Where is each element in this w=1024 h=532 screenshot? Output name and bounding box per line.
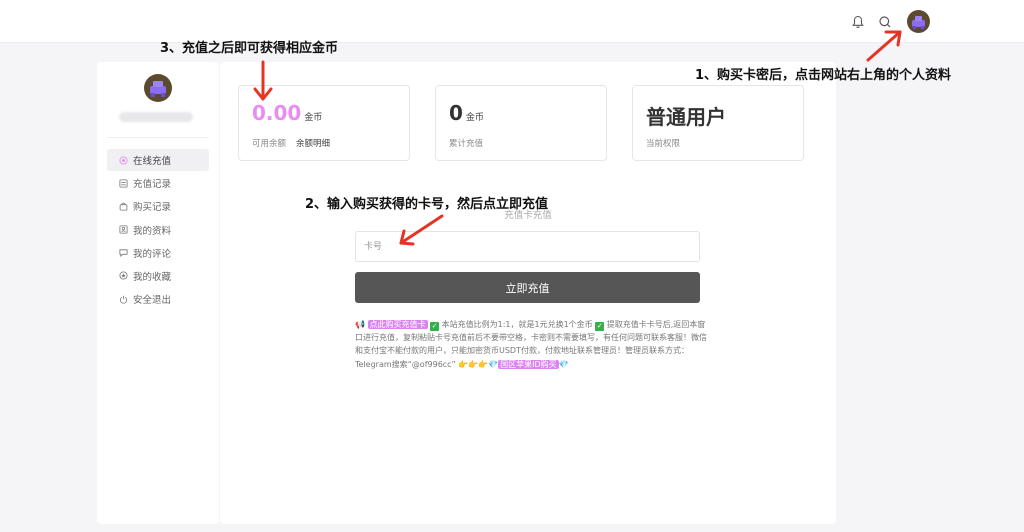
sidebar-item-label: 我的收藏 [133,271,172,283]
sidebar-item-profile[interactable]: 我的资料 [107,219,209,241]
recharge-now-button[interactable]: 立即充值 [355,272,700,303]
user-avatar[interactable] [907,10,930,33]
star-icon [119,271,128,280]
coin-icon [119,155,128,165]
total-value: 0 [449,101,463,125]
sidebar-item-label: 我的资料 [133,225,172,237]
sidebar-item-label: 安全退出 [133,295,172,307]
card-number-input[interactable] [355,231,700,262]
list-icon [119,179,128,188]
sidebar-item-label: 购买记录 [133,202,172,214]
divider [107,137,209,138]
recharge-notice: 📢 点此购买充值卡 ✓ 本站充值比例为1:1，就是1元兑换1个金币 ✓ 提取充值… [355,318,707,371]
balance-value: 0.00 [252,101,302,125]
bell-icon[interactable] [851,15,865,29]
sidebar-item-label: 在线充值 [133,156,172,167]
total-recharge-card: 0 金币 累计充值 [435,85,607,161]
bag-icon [119,202,128,211]
buy-card-link[interactable]: 点此购买充值卡 [367,320,428,329]
annotation-step-1: 1、购买卡密后，点击网站右上角的个人资料 [695,68,952,83]
gem-icon: 💎 [488,359,499,369]
annotation-step-3: 3、充值之后即可获得相应金币 [160,41,339,56]
sidebar-item-label: 我的评论 [133,248,172,260]
role-card: 普通用户 当前权限 [632,85,804,161]
sidebar-item-label: 充值记录 [133,179,172,191]
search-icon[interactable] [878,15,892,29]
apple-id-link[interactable]: 国区苹果ID购买 [498,359,559,369]
check-icon: ✓ [595,322,605,331]
avatar-image [912,16,925,29]
sidebar-avatar[interactable] [144,74,172,102]
sidebar-item-purchase-records[interactable]: 购买记录 [107,195,209,217]
comment-icon [119,249,128,258]
balance-card: 0.00 金币 可用余额 余额明细 [238,85,410,161]
balance-label: 可用余额 [252,139,287,149]
avatar-image [150,81,166,97]
sidebar-item-favorites[interactable]: 我的收藏 [107,265,209,287]
sidebar-item-logout[interactable]: 安全退出 [107,288,209,310]
role-value: 普通用户 [646,105,726,129]
pointing-hand-icons: 👉👉👉 [458,359,489,369]
role-label: 当前权限 [646,139,681,149]
balance-value-wrap: 0.00 金币 [252,101,322,125]
check-icon: ✓ [430,322,440,331]
annotation-step-2: 2、输入购买获得的卡号，然后点立即充值 [305,197,549,212]
sidebar-item-recharge[interactable]: 在线充值 [107,149,209,171]
notice-text-1: 本站充值比例为1:1，就是1元兑换1个金币 [441,320,593,329]
total-value-wrap: 0 金币 [449,101,484,125]
power-icon [119,295,128,304]
balance-detail-link[interactable]: 余额明细 [296,137,330,149]
total-label: 累计充值 [449,139,484,149]
username-blurred [119,112,193,122]
profile-icon [119,225,128,234]
sidebar-item-recharge-records[interactable]: 充值记录 [107,172,209,194]
sidebar-menu: 在线充值 充值记录 购买记录 我的资料 我的评论 我的收藏 安全退出 [107,149,209,311]
main-panel: 0.00 金币 可用余额 余额明细 0 金币 累计充值 普通用户 当前权限 充值卡充… [220,62,836,524]
gem-icon: 💎 [558,359,569,369]
top-navbar [0,0,1024,43]
total-unit: 金币 [465,113,484,123]
megaphone-icon: 📢 [355,320,365,329]
sidebar-item-comments[interactable]: 我的评论 [107,242,209,264]
balance-unit: 金币 [304,113,323,123]
user-sidebar: 在线充值 充值记录 购买记录 我的资料 我的评论 我的收藏 安全退出 [97,62,219,524]
